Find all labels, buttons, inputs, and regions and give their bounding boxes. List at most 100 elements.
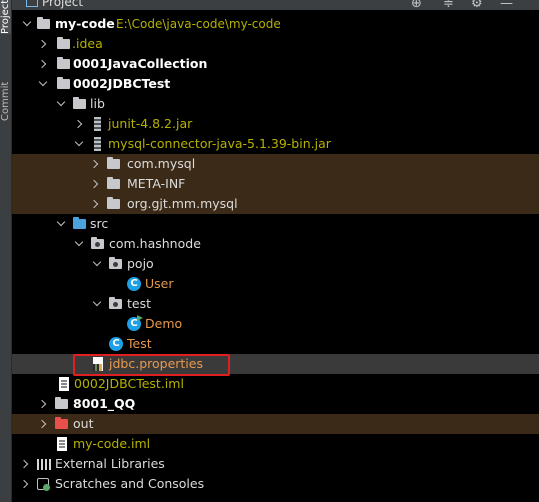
tree-node-com-mysql[interactable]: com.mysql: [12, 154, 539, 174]
excluded-folder-icon: [54, 414, 70, 434]
tree-node-my-code[interactable]: my-code E:\Code\java-code\my-code: [12, 14, 539, 34]
jar-icon: [90, 134, 106, 154]
tree-node-external-libraries[interactable]: External Libraries: [12, 454, 539, 474]
add-icon[interactable]: ⊕: [411, 0, 422, 10]
tree-node-scratches[interactable]: Scratches and Consoles: [12, 474, 539, 494]
tree-node-lib[interactable]: lib: [12, 94, 539, 114]
tree-node-mysql-connector-jar[interactable]: mysql-connector-java-5.1.39-bin.jar: [12, 134, 539, 154]
project-tool-tab[interactable]: Project: [0, 0, 11, 34]
commit-tool-tab[interactable]: Commit: [0, 74, 11, 128]
tree-node-8001-qq[interactable]: 8001_QQ: [12, 394, 539, 414]
node-label: lib: [90, 96, 105, 111]
chevron-right-icon[interactable]: [90, 194, 100, 214]
tree-node-user-class[interactable]: User: [12, 274, 539, 294]
class-icon: [126, 274, 142, 294]
module-path: E:\Code\java-code\my-code: [116, 17, 281, 31]
node-label: out: [73, 416, 94, 431]
project-view-icon: [26, 0, 38, 7]
idea-label: idea: [75, 36, 103, 51]
iml-file-icon: [54, 434, 70, 454]
node-label: 0002JDBCTest.iml: [74, 376, 184, 391]
node-label: org.gjt.mm.mysql: [127, 196, 238, 211]
node-label: junit-4.8.2.jar: [108, 116, 193, 131]
node-label: .idea: [72, 36, 103, 51]
project-panel-header: Project ⊕ ≑ ⚙ —: [12, 0, 539, 10]
node-label: my-code: [55, 16, 115, 31]
node-label: test: [127, 296, 152, 311]
iml-file-icon: [56, 374, 72, 394]
chevron-down-icon[interactable]: [74, 234, 84, 254]
node-label: my-code.iml: [73, 436, 151, 451]
chevron-down-icon[interactable]: [56, 214, 66, 234]
panel-title[interactable]: Project: [42, 0, 83, 9]
tree-node-src[interactable]: src: [12, 214, 539, 234]
source-folder-icon: [72, 214, 88, 234]
chevron-right-icon[interactable]: [38, 414, 48, 434]
tree-node-org-gjt-mm-mysql[interactable]: org.gjt.mm.mysql: [12, 194, 539, 214]
folder-icon: [106, 174, 122, 194]
tree-node-demo-class[interactable]: Demo: [12, 314, 539, 334]
class-icon: [108, 334, 124, 354]
node-label: External Libraries: [55, 456, 165, 471]
tree-node-meta-inf[interactable]: META-INF: [12, 174, 539, 194]
jar-icon: [90, 114, 106, 134]
chevron-down-icon[interactable]: [92, 294, 102, 314]
chevron-right-icon[interactable]: [38, 394, 48, 414]
node-label: META-INF: [127, 176, 186, 191]
scratches-icon: [36, 474, 52, 494]
left-tool-strip: Project Commit: [0, 0, 12, 502]
module-folder-icon: [56, 74, 72, 94]
package-icon: [108, 294, 124, 314]
gear-icon[interactable]: ⚙: [471, 0, 483, 10]
module-folder-icon: [56, 54, 72, 74]
node-label: mysql-connector-java-5.1.39-bin.jar: [108, 136, 331, 151]
chevron-right-icon[interactable]: [38, 54, 48, 74]
node-label: Demo: [145, 316, 183, 331]
tree-node-out[interactable]: out: [12, 414, 539, 434]
tree-node-test-class[interactable]: Test: [12, 334, 539, 354]
library-icon: [36, 454, 52, 474]
chevron-down-icon[interactable]: [74, 134, 84, 154]
package-icon: [90, 234, 106, 254]
folder-icon: [56, 34, 72, 54]
runnable-class-icon: [126, 314, 143, 334]
tree-node-jdbc-iml[interactable]: 0002JDBCTest.iml: [12, 374, 539, 394]
chevron-down-icon[interactable]: [56, 94, 66, 114]
chevron-right-icon[interactable]: [38, 34, 48, 54]
tree-node-my-code-iml[interactable]: my-code.iml: [12, 434, 539, 454]
package-icon: [108, 254, 124, 274]
module-folder-icon: [36, 14, 52, 34]
module-folder-icon: [54, 394, 70, 414]
chevron-right-icon[interactable]: [90, 174, 100, 194]
node-label: com.mysql: [127, 156, 196, 171]
tree-node-junit-jar[interactable]: junit-4.8.2.jar: [12, 114, 539, 134]
chevron-down-icon[interactable]: [38, 74, 48, 94]
chevron-down-icon[interactable]: [92, 254, 102, 274]
node-label: 0002JDBCTest: [73, 76, 171, 91]
tree-node-com-hashnode[interactable]: com.hashnode: [12, 234, 539, 254]
chevron-right-icon[interactable]: [20, 474, 30, 494]
node-label: src: [90, 216, 109, 231]
tree-node-0002JDBCTest[interactable]: 0002JDBCTest: [12, 74, 539, 94]
tree-node-pojo[interactable]: pojo: [12, 254, 539, 274]
node-label: com.hashnode: [109, 236, 201, 251]
chevron-right-icon[interactable]: [20, 454, 30, 474]
chevron-right-icon[interactable]: [90, 154, 100, 174]
node-label: pojo: [127, 256, 154, 271]
selection-highlight-box: [73, 354, 230, 376]
collapse-all-icon[interactable]: ≑: [443, 0, 454, 10]
chevron-right-icon[interactable]: [74, 114, 84, 134]
tree-node-0001JavaCollection[interactable]: 0001JavaCollection: [12, 54, 539, 74]
tree-node-test-package[interactable]: test: [12, 294, 539, 314]
chevron-down-icon[interactable]: [22, 14, 32, 34]
tree-node-idea[interactable]: .idea: [12, 34, 539, 54]
project-tree: my-code E:\Code\java-code\my-code .idea …: [12, 14, 539, 494]
node-label: 8001_QQ: [73, 396, 136, 411]
node-label: 0001JavaCollection: [73, 56, 208, 71]
node-label: User: [145, 276, 174, 291]
node-label: Scratches and Consoles: [55, 476, 205, 491]
minimize-icon[interactable]: —: [500, 0, 513, 10]
package-folder-icon: [106, 154, 122, 174]
node-label: Test: [127, 336, 152, 351]
folder-icon: [72, 94, 88, 114]
